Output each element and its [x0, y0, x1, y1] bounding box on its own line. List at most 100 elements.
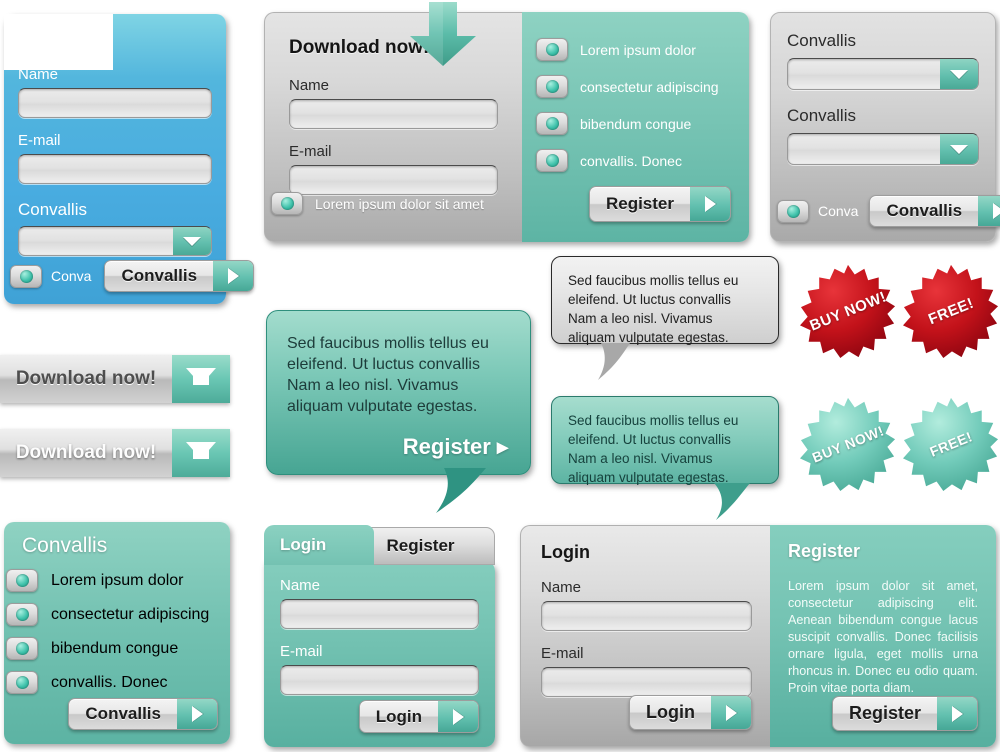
checkbox-icon[interactable] — [271, 192, 303, 215]
download-arrow-graphic — [410, 2, 476, 66]
bullet-icon — [536, 112, 568, 135]
split-register-button[interactable]: Register — [831, 696, 978, 731]
login-register-tabs-panel: Register Login Name E-mail Login — [264, 525, 495, 747]
combo-register-button[interactable]: Register — [588, 186, 731, 222]
feature-row: convallis. Donec — [536, 149, 749, 172]
arrow-right-icon — [191, 706, 203, 722]
bullet-icon — [536, 149, 568, 172]
list-panel-button[interactable]: Convallis — [68, 698, 218, 730]
speech-bubble-tail-grey — [594, 343, 630, 380]
starburst-shape-icon — [800, 397, 896, 492]
feature-label: Lorem ipsum dolor — [580, 41, 696, 58]
list-item-label: consectetur adipiscing — [51, 605, 210, 623]
chevron-down-icon — [950, 144, 968, 154]
badge-buy-now-red[interactable]: BUY NOW! — [800, 263, 896, 359]
bullet-icon — [6, 569, 38, 592]
arrow-down-icon-2 — [186, 441, 216, 459]
split-login-button[interactable]: Login — [629, 695, 752, 730]
email-input[interactable] — [18, 154, 212, 184]
convallis-submit-button[interactable]: Convallis — [104, 260, 255, 292]
select-1-dropdown-button[interactable] — [940, 59, 978, 89]
speech-bubble-tail-large — [430, 468, 486, 513]
register-arrow-cap — [690, 187, 730, 221]
arrow-right-icon — [704, 196, 716, 212]
select-2-dropdown-button[interactable] — [940, 134, 978, 164]
combo-name-input[interactable] — [289, 99, 498, 129]
select-1[interactable] — [787, 58, 979, 90]
radio-icon[interactable] — [10, 264, 42, 288]
starburst-shape-icon — [903, 397, 999, 492]
selects-panel-footer: Conva Convallis — [777, 195, 1000, 227]
split-login-title: Login — [541, 542, 590, 562]
download-combo-panel: Download now! Name E-mail Lorem ipsum do… — [264, 2, 749, 242]
submit-arrow-cap — [978, 196, 1000, 226]
split-register-body: Lorem ipsum dolor sit amet, consectetur … — [788, 579, 978, 695]
teal-bubble-register-label: Register — [402, 434, 491, 459]
list-item: consectetur adipiscing — [6, 603, 230, 626]
download-button-light-label: Download now! — [15, 442, 157, 463]
bullet-icon — [536, 75, 568, 98]
arrow-right-icon — [951, 705, 963, 722]
badge-free-red[interactable]: FREE! — [903, 263, 999, 359]
name-input[interactable] — [18, 88, 212, 118]
tab-login-label: Login — [280, 535, 327, 554]
radio-label: Conva — [51, 268, 92, 284]
combo-register-label: Register — [605, 194, 674, 213]
selects-submit-label: Convallis — [886, 201, 963, 220]
list-item: bibendum congue — [6, 637, 230, 660]
teal-speech-bubble-small: Sed faucibus mollis tellus eu eleifend. … — [551, 396, 779, 485]
bullet-icon — [536, 38, 568, 61]
combo-email-input[interactable] — [289, 165, 498, 195]
tabs-name-input[interactable] — [280, 599, 479, 629]
ui-kit-canvas: Name E-mail Convallis Conva Convallis Do… — [0, 0, 1000, 752]
badge-buy-now-teal[interactable]: BUY NOW! — [800, 396, 896, 492]
convallis-list-panel: Convallis Lorem ipsum dolor consectetur … — [4, 522, 230, 744]
badge-free-teal[interactable]: FREE! — [903, 396, 999, 492]
combo-name-label: Name — [289, 77, 330, 94]
combo-form-side: Download now! Name E-mail Lorem ipsum do… — [264, 12, 522, 242]
split-login-side: Login Name E-mail Login — [520, 525, 770, 747]
tabs-panel-body: Name E-mail Login — [264, 561, 495, 747]
selects-submit-button[interactable]: Convallis — [869, 195, 1000, 227]
list-item: convallis. Donec — [6, 671, 230, 694]
teal-bubble-body: Sed faucibus mollis tellus eu eleifend. … — [287, 335, 489, 415]
radio-icon[interactable] — [777, 199, 809, 223]
grey-speech-bubble: Sed faucibus mollis tellus eu eleifend. … — [551, 256, 779, 345]
panel-notch-cutout — [4, 14, 113, 70]
starburst-shape-icon — [903, 264, 999, 359]
login-register-split-panel: Login Name E-mail Login Register Lorem i… — [520, 525, 996, 747]
split-name-label: Name — [541, 579, 582, 596]
list-item: Lorem ipsum dolor — [6, 569, 230, 592]
select-2[interactable] — [787, 133, 979, 165]
selects-radio-label: Conva — [818, 203, 859, 219]
list-button-arrow-cap — [177, 699, 217, 729]
bullet-icon — [6, 637, 38, 660]
feature-row: Lorem ipsum dolor — [536, 38, 749, 61]
tab-bar: Register Login — [264, 525, 495, 565]
convallis-select[interactable] — [18, 226, 212, 256]
feature-row: consectetur adipiscing — [536, 75, 749, 98]
feature-row: bibendum congue — [536, 112, 749, 135]
split-login-button-label: Login — [646, 702, 695, 722]
split-register-title: Register — [788, 541, 861, 561]
bullet-icon — [6, 603, 38, 626]
tabs-email-input[interactable] — [280, 665, 479, 695]
arrow-down-icon — [186, 367, 216, 385]
grey-bubble-body: Sed faucibus mollis tellus eu eleifend. … — [568, 273, 739, 345]
selects-panel: Convallis Convallis Conva Convallis — [770, 12, 1000, 242]
download-arrow-cap — [172, 355, 230, 403]
download-arrow-cap-2 — [172, 429, 230, 477]
login-arrow-cap — [711, 696, 751, 729]
split-email-input[interactable] — [541, 667, 752, 697]
tab-login[interactable]: Login — [264, 525, 374, 565]
select-dropdown-button[interactable] — [173, 227, 211, 255]
combo-consent-row[interactable]: Lorem ipsum dolor sit amet — [271, 192, 484, 215]
teal-small-bubble-body: Sed faucibus mollis tellus eu eleifend. … — [568, 413, 739, 485]
download-button-dark[interactable]: Download now! — [0, 355, 230, 403]
split-register-side: Register Lorem ipsum dolor sit amet, con… — [770, 525, 996, 747]
tabs-name-label: Name — [280, 577, 321, 594]
download-button-light[interactable]: Download now! — [0, 429, 230, 477]
split-name-input[interactable] — [541, 601, 752, 631]
teal-bubble-register-link[interactable]: Register ▸ — [403, 434, 508, 460]
tabs-login-button[interactable]: Login — [358, 700, 479, 733]
